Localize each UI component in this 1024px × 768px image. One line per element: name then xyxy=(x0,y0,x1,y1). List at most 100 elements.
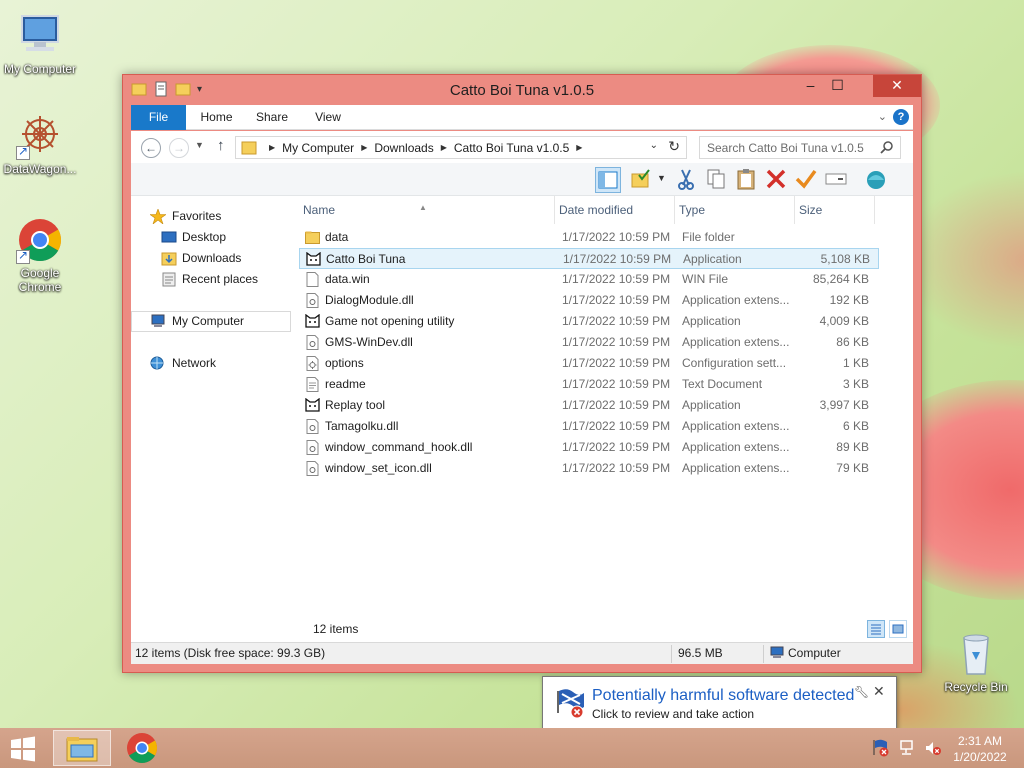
search-box[interactable] xyxy=(699,136,901,159)
desktop-icon-my-computer[interactable]: My Computer xyxy=(0,12,80,76)
search-icon[interactable] xyxy=(880,140,894,154)
recent-places-icon xyxy=(162,272,176,287)
tab-home[interactable]: Home xyxy=(194,105,239,130)
nav-label: Recent places xyxy=(182,272,259,286)
chevron-right-icon[interactable]: ▶ xyxy=(576,143,582,152)
start-button[interactable] xyxy=(8,736,38,762)
taskbar-chrome[interactable] xyxy=(113,730,171,766)
dll-file-icon xyxy=(305,461,320,476)
chevron-down-icon[interactable]: ⌄ xyxy=(650,140,658,151)
file-size: 6 KB xyxy=(842,419,869,433)
file-name: options xyxy=(325,356,364,370)
nav-favorites[interactable]: Favorites xyxy=(131,206,291,227)
title-bar[interactable]: ▾ Catto Boi Tuna v1.0.5 ‒ ☐ ✕ xyxy=(123,75,921,105)
tab-file[interactable]: File xyxy=(131,105,186,130)
folder-check-icon xyxy=(631,169,650,188)
explorer-window[interactable]: ▾ Catto Boi Tuna v1.0.5 ‒ ☐ ✕ File Home … xyxy=(122,74,922,673)
dll-file-icon xyxy=(305,440,320,455)
file-row[interactable]: DialogModule.dll 1/17/2022 10:59 PM Applic… xyxy=(299,290,879,311)
file-row[interactable]: window_command_hook.dll 1/17/2022 10:59 P… xyxy=(299,437,879,458)
file-date-modified: 1/17/2022 10:59 PM xyxy=(562,419,671,433)
file-row[interactable]: window_set_icon.dll 1/17/2022 10:59 PM App… xyxy=(299,458,879,479)
network-status-icon[interactable] xyxy=(898,739,916,757)
file-date-modified: 1/17/2022 10:59 PM xyxy=(562,461,671,475)
minimize-button[interactable]: ‒ xyxy=(797,75,824,97)
nav-network[interactable]: Network xyxy=(131,353,291,374)
file-row[interactable]: Replay tool 1/17/2022 10:59 PM Application… xyxy=(299,395,879,416)
taskbar-clock[interactable]: 2:31 AM 1/20/2022 xyxy=(940,733,1020,765)
item-count: 12 items xyxy=(313,622,359,636)
desktop-icon-recycle-bin[interactable]: Recycle Bin xyxy=(936,630,1016,694)
security-notification[interactable]: Potentially harmful software detected Cl… xyxy=(542,676,897,742)
breadcrumb-item[interactable]: Downloads xyxy=(374,141,433,155)
nav-my-computer[interactable]: My Computer xyxy=(131,311,291,332)
column-header-type[interactable]: Type xyxy=(675,196,795,224)
recent-locations-icon[interactable]: ▼ xyxy=(195,140,204,150)
refresh-icon[interactable]: ↻ xyxy=(668,138,680,155)
file-row[interactable]: data.win 1/17/2022 10:59 PM WIN File 85,264… xyxy=(299,269,879,290)
delete-button[interactable] xyxy=(764,167,790,193)
file-date-modified: 1/17/2022 10:59 PM xyxy=(562,314,671,328)
file-row[interactable]: options 1/17/2022 10:59 PM Configuration s… xyxy=(299,353,879,374)
chevron-right-icon[interactable]: ▶ xyxy=(441,143,447,152)
nav-recent-places[interactable]: Recent places xyxy=(131,269,291,290)
chevron-right-icon[interactable]: ▶ xyxy=(269,143,275,152)
system-tray xyxy=(872,739,942,757)
file-row[interactable]: GMS-WinDev.dll 1/17/2022 10:59 PM Applicat… xyxy=(299,332,879,353)
large-icons-view-icon xyxy=(892,624,904,634)
notification-body: Click to review and take action xyxy=(592,707,755,721)
shell-button[interactable] xyxy=(864,167,890,193)
details-view-button[interactable] xyxy=(867,620,885,638)
file-row[interactable]: readme 1/17/2022 10:59 PM Text Document 3 K… xyxy=(299,374,879,395)
close-button[interactable]: ✕ xyxy=(873,75,921,97)
file-type: File folder xyxy=(682,230,735,244)
desktop-icon xyxy=(161,231,177,243)
file-row[interactable]: data 1/17/2022 10:59 PM File folder xyxy=(299,227,879,248)
desktop-icon-datawagon[interactable]: DataWagon... xyxy=(0,112,80,176)
copy-button[interactable] xyxy=(704,167,730,193)
maximize-button[interactable]: ☐ xyxy=(824,75,851,97)
back-button[interactable]: ← xyxy=(141,138,161,158)
file-size: 79 KB xyxy=(836,461,869,475)
breadcrumb-item[interactable]: Catto Boi Tuna v1.0.5 xyxy=(454,141,569,155)
file-name: Tamagolku.dll xyxy=(325,419,399,433)
expand-ribbon-icon[interactable]: ⌄ xyxy=(878,110,887,123)
column-header-name[interactable]: Name ▲ xyxy=(299,196,555,224)
address-bar[interactable]: ▶ My Computer ▶ Downloads ▶ Catto Boi Tu… xyxy=(235,136,687,159)
file-type: Application xyxy=(683,252,742,266)
file-type: Application extens... xyxy=(682,419,790,433)
file-date-modified: 1/17/2022 10:59 PM xyxy=(562,293,671,307)
nav-downloads[interactable]: Downloads xyxy=(131,248,291,269)
chevron-right-icon[interactable]: ▶ xyxy=(361,143,367,152)
chevron-down-icon[interactable]: ▼ xyxy=(657,173,666,183)
file-row[interactable]: Tamagolku.dll 1/17/2022 10:59 PM Applicati… xyxy=(299,416,879,437)
column-header-date[interactable]: Date modified xyxy=(555,196,675,224)
file-row[interactable]: Game not opening utility 1/17/2022 10:59 … xyxy=(299,311,879,332)
tab-share[interactable]: Share xyxy=(248,105,296,130)
tab-view[interactable]: View xyxy=(307,105,349,130)
forward-button[interactable]: → xyxy=(169,138,189,158)
chrome-icon xyxy=(16,216,64,264)
folder-options-button[interactable] xyxy=(629,167,655,193)
large-icons-view-button[interactable] xyxy=(889,620,907,638)
folder-icon xyxy=(241,141,257,155)
up-button[interactable]: ↑ xyxy=(217,137,225,154)
breadcrumb-item[interactable]: My Computer xyxy=(282,141,354,155)
column-header-size[interactable]: Size xyxy=(795,196,875,224)
desktop-icon-google-chrome[interactable]: Google Chrome xyxy=(0,216,80,294)
desktop-icon-label: Google Chrome xyxy=(18,266,62,294)
cut-button[interactable] xyxy=(674,167,700,193)
action-center-warning-icon[interactable] xyxy=(872,739,890,757)
status-disk-space: 12 items (Disk free space: 99.3 GB) xyxy=(135,646,326,660)
select-button[interactable] xyxy=(794,167,820,193)
file-row[interactable]: Catto Boi Tuna 1/17/2022 10:59 PM Applicat… xyxy=(299,248,879,269)
preview-pane-button[interactable] xyxy=(595,167,621,193)
paste-button[interactable] xyxy=(734,167,760,193)
rename-button[interactable] xyxy=(824,167,850,193)
nav-desktop[interactable]: Desktop xyxy=(131,227,291,248)
taskbar-file-explorer[interactable] xyxy=(53,730,111,766)
close-icon[interactable]: ✕ xyxy=(873,683,885,700)
wrench-icon[interactable]: 🔧︎ xyxy=(854,685,869,699)
search-input[interactable] xyxy=(700,137,870,158)
help-icon[interactable]: ? xyxy=(893,109,909,125)
